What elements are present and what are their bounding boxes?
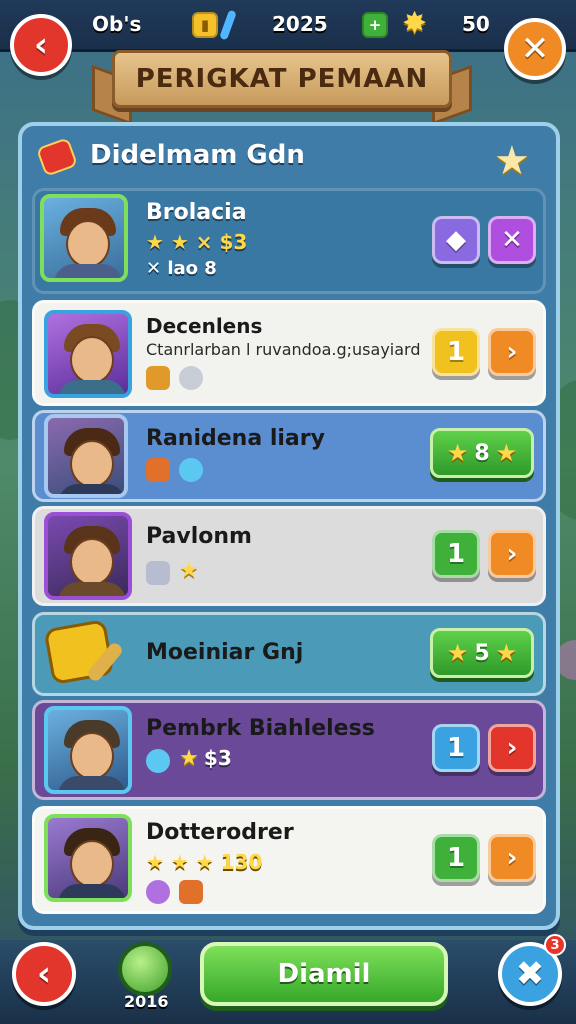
row-title: Dotterodrer bbox=[146, 820, 294, 845]
avatar bbox=[44, 706, 132, 794]
rank-button[interactable]: 1 bbox=[432, 530, 480, 578]
row-stats: ★ ★ × $3 bbox=[146, 230, 248, 254]
boost-button[interactable]: ◆ bbox=[432, 216, 480, 264]
row-title: Brolacia bbox=[146, 200, 247, 225]
star-icon: ★ bbox=[495, 639, 518, 667]
next-button[interactable]: › bbox=[488, 328, 536, 376]
row-stats: $3 bbox=[203, 746, 232, 770]
row-sub: ✕ lao 8 bbox=[146, 258, 217, 279]
coins-value: 50 bbox=[462, 12, 490, 36]
avatar bbox=[44, 814, 132, 902]
player-name: Ob's bbox=[92, 12, 142, 36]
chest-icon bbox=[146, 458, 170, 482]
star-icon: ★ bbox=[179, 558, 199, 583]
gold-star-icon: ✸ bbox=[402, 6, 428, 41]
blue-gem-icon bbox=[146, 748, 170, 773]
row-title: Decenlens bbox=[146, 314, 263, 338]
close-button[interactable]: ✕ bbox=[504, 18, 566, 80]
blue-key-icon bbox=[219, 9, 237, 41]
heart-icon bbox=[146, 880, 170, 904]
chest-icon bbox=[179, 880, 204, 904]
level-orb-icon[interactable] bbox=[118, 942, 172, 996]
avatar bbox=[40, 194, 128, 282]
panel-heading: Didelmam Gdn bbox=[90, 140, 305, 170]
stats-icons bbox=[146, 366, 207, 390]
back-button[interactable]: ‹ bbox=[10, 14, 72, 76]
stats-icons: ★ bbox=[146, 558, 199, 585]
bottom-back-button[interactable]: ‹ bbox=[12, 942, 76, 1006]
avatar bbox=[44, 414, 128, 498]
amber-gem-icon bbox=[146, 366, 170, 390]
row-title: Pembrk Biahleless bbox=[146, 716, 375, 741]
score-value: 2025 bbox=[272, 12, 328, 36]
row-title: Pavlonm bbox=[146, 524, 252, 549]
stars-count: 5 bbox=[474, 640, 490, 666]
stats-icons bbox=[146, 458, 207, 482]
notification-badge: 3 bbox=[544, 934, 566, 956]
rank-button[interactable]: 1 bbox=[432, 328, 480, 376]
title-banner: PERIGKAT PEMAAN bbox=[112, 50, 452, 108]
gold-gem-icon: ▮ bbox=[192, 12, 218, 38]
next-button[interactable]: › bbox=[488, 530, 536, 578]
row-title: Ranidena liary bbox=[146, 426, 325, 451]
favorite-star-icon[interactable]: ★ bbox=[494, 138, 530, 184]
banner-title: PERIGKAT PEMAAN bbox=[135, 64, 429, 94]
next-button[interactable]: › bbox=[488, 724, 536, 772]
rank-button[interactable]: 1 bbox=[432, 724, 480, 772]
stats-row: ★ $3 bbox=[146, 746, 232, 773]
rank-button[interactable]: 1 bbox=[432, 834, 480, 882]
star-icon: ★ bbox=[495, 439, 518, 467]
silver-gem-icon bbox=[146, 560, 170, 585]
next-button[interactable]: › bbox=[488, 834, 536, 882]
avatar bbox=[44, 310, 132, 398]
blue-gem-icon bbox=[179, 458, 204, 482]
remove-button[interactable]: ✕ bbox=[488, 216, 536, 264]
silver-gem-icon bbox=[179, 366, 204, 390]
top-bar: Ob's ▮ 2025 + ✸ 50 bbox=[0, 0, 576, 52]
green-gem-icon[interactable]: + bbox=[362, 12, 388, 38]
row-title: Moeiniar Gnj bbox=[146, 640, 304, 665]
row-stats: ★ ★ ★ 130 bbox=[146, 850, 263, 874]
main-action-label: Diamil bbox=[277, 959, 371, 989]
stats-icons bbox=[146, 880, 207, 904]
level-value: 2016 bbox=[124, 992, 169, 1011]
star-icon: ★ bbox=[446, 639, 469, 667]
stars-count: 8 bbox=[474, 440, 490, 466]
main-action-button[interactable]: Diamil bbox=[200, 942, 448, 1006]
stars-button[interactable]: ★ 8 ★ bbox=[430, 428, 534, 478]
row-description: Ctanrlarban l ruvandoa.g;usayiard bbox=[146, 340, 421, 359]
star-icon: ★ bbox=[446, 439, 469, 467]
star-icon: ★ bbox=[179, 746, 199, 771]
stars-button[interactable]: ★ 5 ★ bbox=[430, 628, 534, 678]
avatar bbox=[44, 512, 132, 600]
